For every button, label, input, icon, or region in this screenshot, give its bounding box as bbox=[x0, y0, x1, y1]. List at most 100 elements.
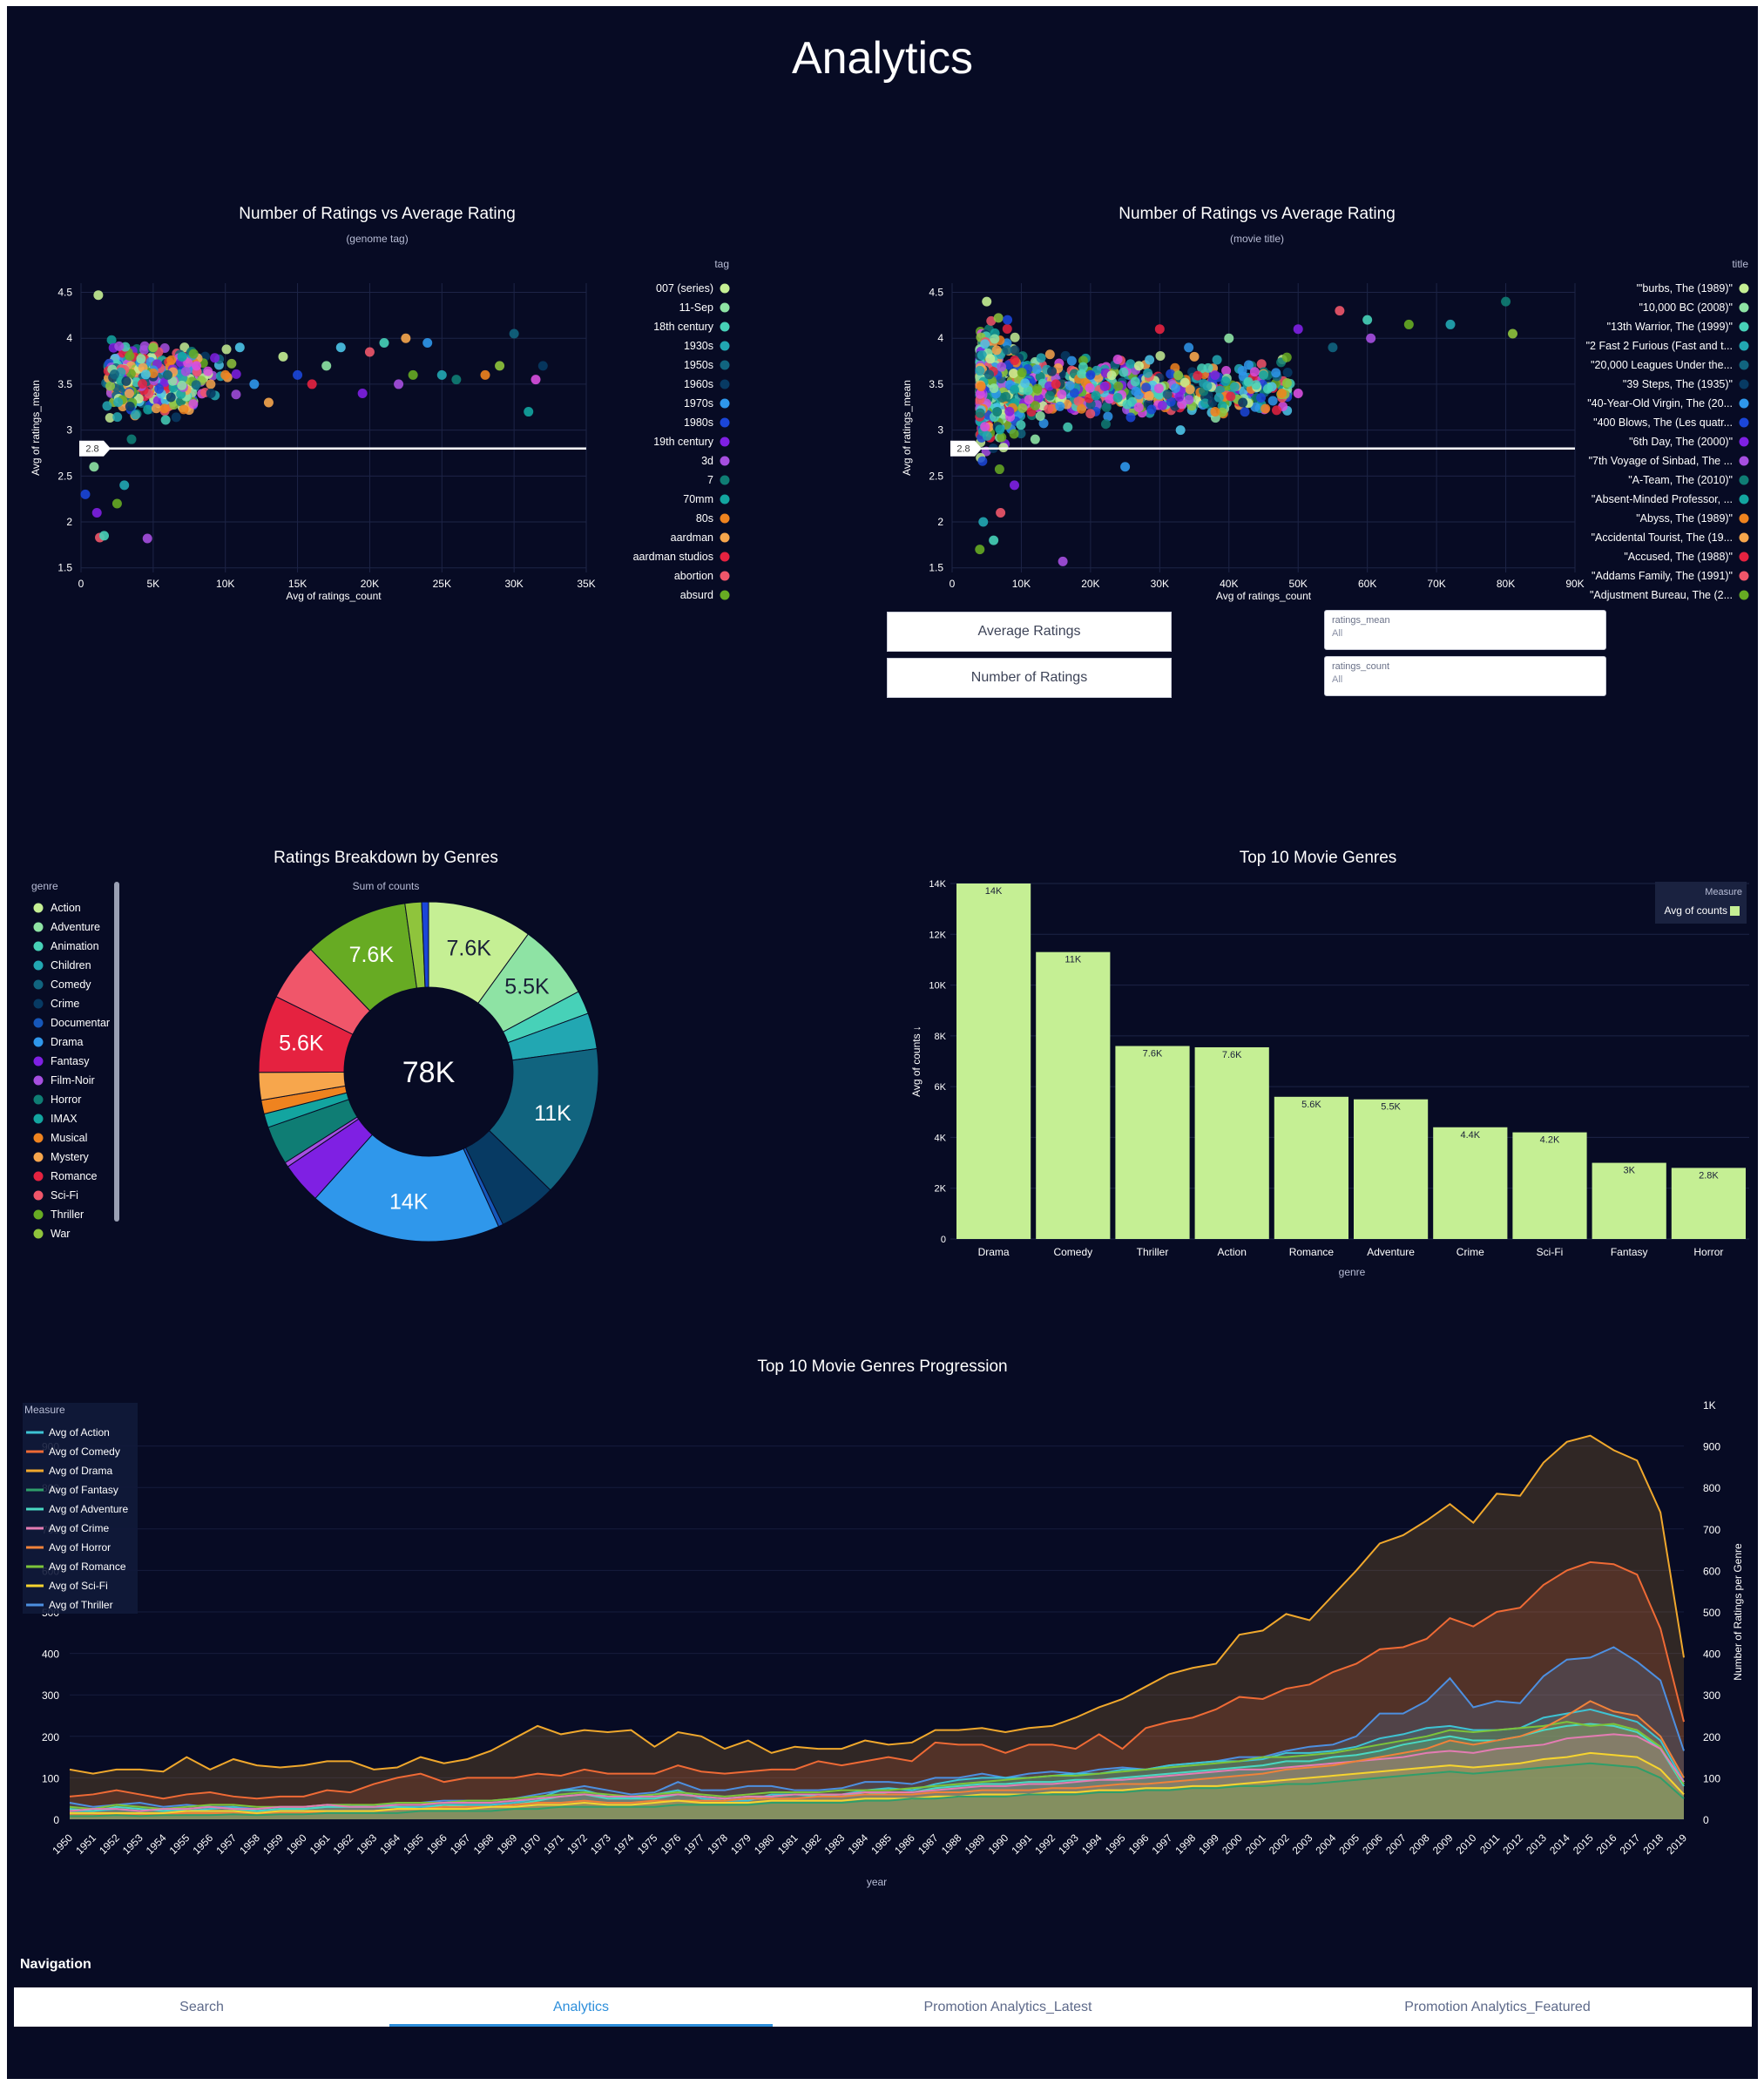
y-tick-label-right: 100 bbox=[1703, 1772, 1720, 1784]
bar-data-label: 3K bbox=[1623, 1166, 1635, 1176]
scatter-point bbox=[234, 342, 245, 353]
scatter-point bbox=[89, 462, 99, 472]
number-of-ratings-button[interactable]: Number of Ratings bbox=[887, 658, 1172, 698]
scatter-point bbox=[1113, 381, 1124, 391]
bar bbox=[1194, 1046, 1269, 1239]
x-tick-label: 1981 bbox=[775, 1831, 801, 1857]
bar-data-label: 14K bbox=[985, 886, 1003, 897]
scatter-point bbox=[263, 397, 274, 408]
scatter-point bbox=[143, 404, 153, 415]
scatter-point bbox=[192, 361, 202, 371]
x-tick-label: 1967 bbox=[448, 1831, 473, 1857]
x-tick-label: 20K bbox=[1081, 578, 1099, 590]
scatter-point bbox=[1220, 376, 1231, 387]
nav-tab-analytics[interactable]: Analytics bbox=[389, 1987, 773, 2027]
legend-item-label: 3d bbox=[701, 455, 713, 467]
scatter-point bbox=[249, 379, 260, 389]
x-tick-label: 1989 bbox=[963, 1831, 988, 1857]
y-tick-label-right: 500 bbox=[1703, 1607, 1720, 1619]
scatter-point bbox=[1174, 392, 1185, 403]
scatter-point bbox=[1106, 370, 1117, 381]
scatter-point bbox=[102, 401, 112, 411]
area-chart[interactable]: 0 100 200 300 400 500 600 700 800 900 0 100 200 300 40… bbox=[7, 1352, 1758, 1910]
nav-tab-promotion-latest[interactable]: Promotion Analytics_Latest bbox=[773, 1987, 1243, 2027]
scatter-point bbox=[982, 296, 992, 307]
reference-line-label: 2.8 bbox=[956, 444, 970, 455]
x-tick-label: 1995 bbox=[1103, 1831, 1128, 1857]
nav-tab-search[interactable]: Search bbox=[14, 1987, 389, 2027]
reference-line-label: 2.8 bbox=[85, 444, 98, 455]
legend-item-label: Romance bbox=[51, 1170, 98, 1182]
scatter-point bbox=[180, 366, 191, 376]
scatter-point bbox=[997, 362, 1007, 372]
donut-center-label: 78K bbox=[402, 1056, 456, 1089]
x-axis-label: genre bbox=[1339, 1266, 1366, 1278]
legend-item-label: Crime bbox=[51, 998, 79, 1010]
scatter-point bbox=[996, 507, 1006, 518]
legend-marker bbox=[1739, 532, 1749, 543]
bar bbox=[1274, 1096, 1348, 1239]
legend-item-label: Drama bbox=[51, 1036, 84, 1048]
scatter-point bbox=[93, 290, 104, 301]
scatter-point bbox=[1120, 462, 1131, 472]
y-tick-label: 3 bbox=[937, 424, 943, 437]
scatter-point bbox=[1051, 379, 1061, 389]
y-tick-label: 12K bbox=[929, 930, 946, 940]
y-tick-label-right: 700 bbox=[1703, 1524, 1720, 1536]
legend-item-label: "Accidental Tourist, The (19... bbox=[1592, 531, 1733, 544]
scatter-point bbox=[220, 369, 231, 380]
scatter-point bbox=[307, 379, 317, 389]
scatter-point bbox=[1259, 369, 1268, 380]
x-tick-label: 10K bbox=[216, 578, 234, 590]
legend-marker bbox=[1739, 341, 1749, 351]
y-tick-label: 14K bbox=[929, 879, 946, 890]
x-tick-label: 30K bbox=[504, 578, 523, 590]
x-tick-label: 1978 bbox=[705, 1831, 730, 1857]
x-tick-label: 1960 bbox=[284, 1831, 309, 1857]
scatter-point bbox=[1501, 296, 1511, 307]
x-tick-label: Adventure bbox=[1367, 1246, 1415, 1258]
legend-item-label: War bbox=[51, 1228, 70, 1240]
scatter-tag-chart[interactable]: 1.5 2 2.5 3 3.5 4 4.5 0 5K 10K 15K 20K 25K 30K 35K Avg … bbox=[16, 198, 739, 607]
x-tick-label: 1987 bbox=[916, 1831, 941, 1857]
x-tick-label: 2016 bbox=[1594, 1831, 1619, 1857]
scatter-point bbox=[1030, 434, 1040, 444]
bar-data-label: 2.8K bbox=[1699, 1170, 1719, 1181]
scatter-point bbox=[177, 351, 187, 362]
x-tick-label: Romance bbox=[1289, 1246, 1335, 1258]
bar bbox=[1354, 1099, 1429, 1239]
y-tick-label-right: 1K bbox=[1703, 1399, 1716, 1412]
x-tick-label: 1957 bbox=[213, 1831, 239, 1857]
scatter-point bbox=[1122, 399, 1132, 410]
y-tick-label: 4 bbox=[937, 332, 943, 344]
scatter-point bbox=[524, 407, 534, 417]
y-tick-label: 2K bbox=[935, 1184, 947, 1195]
ratings-count-filter[interactable]: ratings_count All bbox=[1324, 656, 1606, 696]
x-axis-label: Avg of ratings_count bbox=[286, 590, 382, 602]
bar-chart[interactable]: 0 2K 4K 6K 8K 10K 12K 14K 14K Drama 11K Comedy 7.6K T… bbox=[887, 838, 1749, 1291]
legend-item-label: 70mm bbox=[683, 493, 713, 505]
scatter-point bbox=[109, 369, 119, 380]
legend-marker bbox=[720, 552, 730, 562]
donut-slice-label: 7.6K bbox=[349, 943, 395, 967]
x-tick-label: 30K bbox=[1151, 578, 1169, 590]
scatter-point bbox=[112, 498, 122, 509]
scatter-point bbox=[975, 545, 985, 555]
scatter-point bbox=[1249, 367, 1260, 377]
average-ratings-button[interactable]: Average Ratings bbox=[887, 612, 1172, 652]
scatter-point bbox=[978, 517, 989, 527]
x-tick-label: 1961 bbox=[308, 1831, 333, 1857]
x-tick-label: 1986 bbox=[892, 1831, 917, 1857]
scatter-point bbox=[983, 369, 994, 380]
scatter-point bbox=[1002, 345, 1012, 355]
scatter-title-chart[interactable]: 1.5 2 2.5 3 3.5 4 4.5 0 10K 20K 30K 40K 50K 60K 70K 80K… bbox=[887, 198, 1749, 607]
scatter-point bbox=[1099, 382, 1110, 392]
y-tick-label: 4.5 bbox=[57, 287, 72, 299]
legend-marker bbox=[720, 475, 730, 485]
nav-tab-promotion-featured[interactable]: Promotion Analytics_Featured bbox=[1243, 1987, 1752, 2027]
scatter-point bbox=[1017, 403, 1028, 413]
x-tick-label: 1972 bbox=[564, 1831, 590, 1857]
ratings-mean-filter[interactable]: ratings_mean All bbox=[1324, 610, 1606, 650]
y-tick-label-right: 900 bbox=[1703, 1441, 1720, 1453]
donut-chart[interactable]: 7.6K 5.5K 11K 14K 5.6K 7.6K 78K genre Action Adve… bbox=[16, 838, 843, 1256]
